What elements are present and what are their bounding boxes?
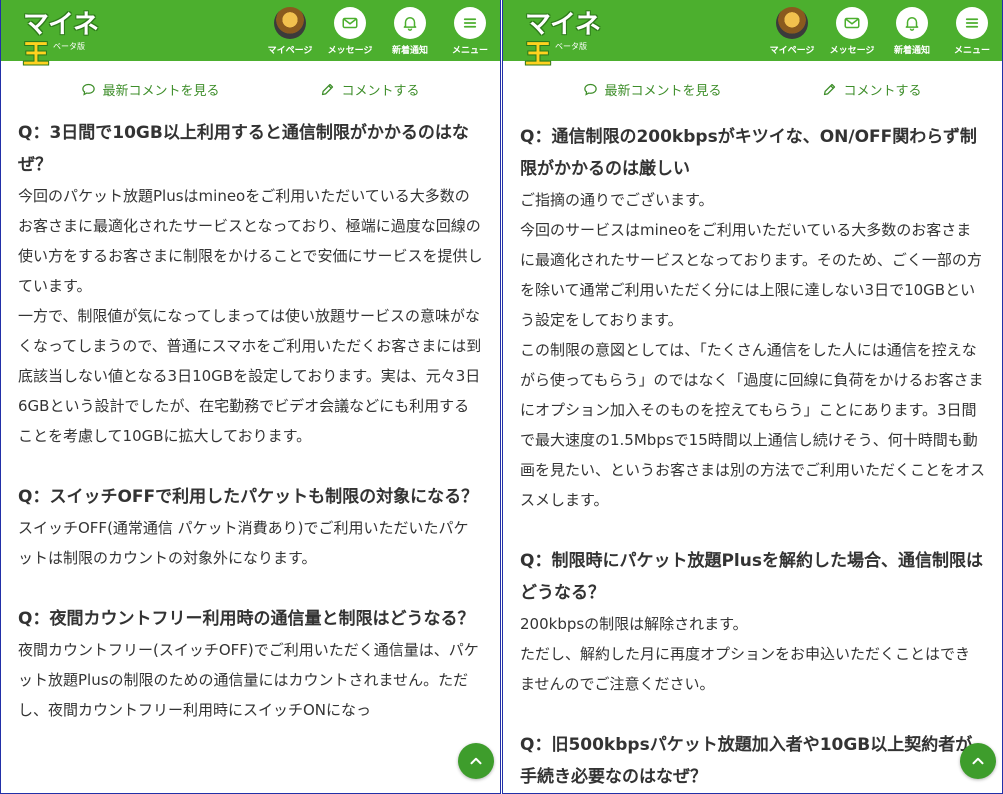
nav-label: メッセージ: [327, 46, 373, 56]
faq-content: Q：通信制限の200kbpsがキツイな、ON/OFF関わらず制限がかかるのは厳し…: [503, 117, 1002, 793]
faq-answer: ただし、解約した月に再度オプションをお申込いただくことはできませんのでご注意くだ…: [520, 645, 971, 693]
nav-mypage[interactable]: マイページ: [762, 0, 822, 61]
nav-label: メニュー: [451, 46, 488, 56]
hamburger-icon: [956, 7, 988, 39]
hamburger-icon: [454, 7, 486, 39]
logo-beta-label: ベータ版: [555, 42, 587, 51]
nav-label: メニュー: [953, 46, 990, 56]
faq-answer: 夜間カウントフリー(スイッチOFF)でご利用いただく通信量は、パケット放題Plu…: [18, 641, 479, 719]
speech-bubble-icon: [584, 83, 598, 96]
logo-text-accent: 王: [23, 40, 49, 70]
faq-answer: この制限の意図としては、「たくさん通信をした人には通信を控えながら使ってもらう」…: [520, 341, 986, 509]
view-comments-label: 最新コメントを見る: [604, 83, 722, 99]
screenshot-pair: マイネ王 ベータ版 マイページ メッセージ 新着通知 メニュー 最新コメントを見…: [0, 0, 1003, 794]
faq-answer: スイッチOFF(通常通信 パケット消費あり)でご利用いただいたパケットは制限のカ…: [18, 519, 469, 567]
left-screen: マイネ王 ベータ版 マイページ メッセージ 新着通知 メニュー 最新コメントを見…: [0, 0, 501, 794]
scroll-to-top-button[interactable]: [960, 743, 996, 779]
faq-question: Q：スイッチOFFで利用したパケットも制限の対象になる？: [18, 487, 479, 507]
faq-answer: 今回のパケット放題Plusはmineoをご利用いただいている大多数のお客さまに最…: [18, 187, 483, 295]
faq-question: Q：3日間で10GB以上利用すると通信制限がかかるのはなぜ？: [18, 123, 469, 175]
nav-menu[interactable]: メニュー: [440, 0, 500, 61]
chevron-up-icon: [470, 757, 482, 765]
faq-question: Q：夜間カウントフリー利用時の通信量と制限はどうなる？: [18, 609, 475, 629]
envelope-icon: [334, 7, 366, 39]
faq-question: Q：通信制限の200kbpsがキツイな、ON/OFF関わらず制限がかかるのは厳し…: [520, 127, 977, 179]
nav-label: 新着通知: [893, 46, 930, 56]
logo-text-accent: 王: [525, 40, 551, 70]
write-comment-link[interactable]: コメントする: [822, 80, 922, 99]
nav-label: メッセージ: [829, 46, 875, 56]
right-screen: マイネ王 ベータ版 マイページ メッセージ 新着通知 メニュー 最新コメントを見…: [502, 0, 1003, 794]
logo-text: マイネ: [23, 10, 99, 40]
avatar: [274, 7, 306, 39]
nav-mypage[interactable]: マイページ: [260, 0, 320, 61]
nav-label: 新着通知: [391, 46, 428, 56]
view-comments-label: 最新コメントを見る: [102, 83, 220, 99]
scroll-to-top-button[interactable]: [458, 743, 494, 779]
logo-text: マイネ: [525, 10, 601, 40]
nav-notifications[interactable]: 新着通知: [380, 0, 440, 61]
avatar: [776, 7, 808, 39]
faq-answer: ご指摘の通りでございます。: [520, 191, 714, 209]
view-latest-comments-link[interactable]: 最新コメントを見る: [81, 80, 220, 99]
faq-content: Q：3日間で10GB以上利用すると通信制限がかかるのはなぜ？ 今回のパケット放題…: [1, 117, 500, 725]
nav-notifications[interactable]: 新着通知: [882, 0, 942, 61]
comment-label: コメントする: [341, 83, 420, 99]
write-comment-link[interactable]: コメントする: [320, 80, 420, 99]
nav-menu[interactable]: メニュー: [942, 0, 1002, 61]
faq-answer: 今回のサービスはmineoをご利用いただいている大多数のお客さまに最適化されたサ…: [520, 221, 982, 329]
site-logo[interactable]: マイネ王 ベータ版: [525, 10, 621, 70]
bell-icon: [896, 7, 928, 39]
header-nav: マイページ メッセージ 新着通知 メニュー: [762, 0, 1002, 61]
site-header: マイネ王 ベータ版 マイページ メッセージ 新着通知 メニュー: [503, 0, 1002, 70]
nav-messages[interactable]: メッセージ: [320, 0, 380, 61]
site-logo[interactable]: マイネ王 ベータ版: [23, 10, 119, 70]
chevron-up-icon: [972, 757, 984, 765]
view-latest-comments-link[interactable]: 最新コメントを見る: [583, 80, 722, 99]
faq-question: Q：旧500kbpsパケット放題加入者や10GB以上契約者が手続き必要なのはなぜ…: [520, 735, 973, 787]
faq-answer: 200kbpsの制限は解除されます。: [520, 615, 748, 633]
pencil-icon: [824, 83, 836, 95]
faq-answer: 一方で、制限値が気になってしまっては使い放題サービスの意味がなくなってしまうので…: [18, 307, 482, 445]
nav-messages[interactable]: メッセージ: [822, 0, 882, 61]
comment-label: コメントする: [843, 83, 922, 99]
envelope-icon: [836, 7, 868, 39]
logo-beta-label: ベータ版: [53, 42, 85, 51]
header-nav: マイページ メッセージ 新着通知 メニュー: [260, 0, 500, 61]
bell-icon: [394, 7, 426, 39]
nav-label: マイページ: [769, 46, 815, 56]
faq-question: Q：制限時にパケット放題Plusを解約した場合、通信制限はどうなる？: [520, 551, 983, 603]
speech-bubble-icon: [82, 83, 96, 96]
nav-label: マイページ: [267, 46, 313, 56]
pencil-icon: [322, 83, 334, 95]
site-header: マイネ王 ベータ版 マイページ メッセージ 新着通知 メニュー: [1, 0, 500, 70]
